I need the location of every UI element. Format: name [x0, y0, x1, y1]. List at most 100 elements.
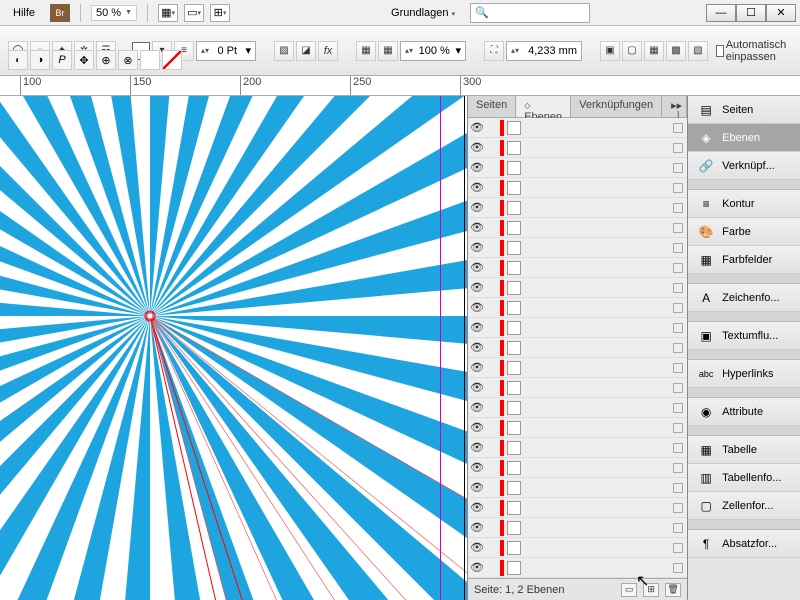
- new-layer-icon[interactable]: ⊞: [643, 583, 659, 597]
- visibility-icon[interactable]: 👁: [470, 141, 484, 155]
- fit-icon[interactable]: ▩: [666, 41, 686, 61]
- tool-icon[interactable]: P: [52, 50, 72, 70]
- opacity-input[interactable]: ▴▾ 100 % ▾: [400, 41, 466, 61]
- tool-icon[interactable]: ◐: [8, 50, 28, 70]
- visibility-icon[interactable]: 👁: [470, 401, 484, 415]
- delete-layer-icon[interactable]: 🗑: [665, 583, 681, 597]
- grid-icon[interactable]: ▦: [378, 41, 398, 61]
- visibility-icon[interactable]: 👁: [470, 181, 484, 195]
- selection-square[interactable]: [673, 343, 683, 353]
- lock-slot[interactable]: [487, 221, 497, 235]
- selection-square[interactable]: [673, 463, 683, 473]
- document-canvas[interactable]: [0, 96, 468, 600]
- selection-square[interactable]: [673, 303, 683, 313]
- lightning-icon[interactable]: ⚡: [797, 41, 800, 61]
- visibility-icon[interactable]: 👁: [470, 481, 484, 495]
- layer-row-polygon[interactable]: 👁: [468, 358, 687, 378]
- none-swatch-icon[interactable]: [162, 50, 182, 70]
- selection-square[interactable]: [673, 263, 683, 273]
- layer-row-polygon[interactable]: 👁: [468, 318, 687, 338]
- stroke-weight-input[interactable]: ▴▾ 0 Pt ▾: [196, 41, 256, 61]
- selection-square[interactable]: [673, 403, 683, 413]
- panel-attribute[interactable]: ◉Attribute: [688, 398, 800, 426]
- visibility-icon[interactable]: 👁: [470, 421, 484, 435]
- lock-slot[interactable]: [487, 201, 497, 215]
- layer-row-polygon[interactable]: 👁: [468, 218, 687, 238]
- visibility-icon[interactable]: 👁: [470, 461, 484, 475]
- tab-verknupfungen[interactable]: Verknüpfungen: [571, 96, 662, 117]
- measure-input[interactable]: ▴▾ 4,233 mm: [506, 41, 582, 61]
- layer-row-polygon[interactable]: 👁: [468, 298, 687, 318]
- tool-icon[interactable]: ◑: [30, 50, 50, 70]
- lock-slot[interactable]: [487, 301, 497, 315]
- panel-textumflu[interactable]: ▣Textumflu...: [688, 322, 800, 350]
- zoom-dropdown[interactable]: 50 % ▼: [91, 5, 137, 21]
- fit-icon[interactable]: ▢: [622, 41, 642, 61]
- layer-row-polygon[interactable]: 👁: [468, 478, 687, 498]
- panel-seiten[interactable]: ▤Seiten: [688, 96, 800, 124]
- layer-row-polygon[interactable]: 👁: [468, 458, 687, 478]
- lock-slot[interactable]: [487, 381, 497, 395]
- visibility-icon[interactable]: 👁: [470, 341, 484, 355]
- selection-square[interactable]: [673, 543, 683, 553]
- tab-ebenen[interactable]: ◇ Ebenen: [516, 96, 571, 117]
- layer-row-polygon[interactable]: 👁: [468, 498, 687, 518]
- lock-slot[interactable]: [487, 361, 497, 375]
- selection-square[interactable]: [673, 443, 683, 453]
- panel-ebenen[interactable]: ◈Ebenen: [688, 124, 800, 152]
- layer-row-polygon[interactable]: 👁: [468, 418, 687, 438]
- lock-slot[interactable]: [487, 461, 497, 475]
- visibility-icon[interactable]: 👁: [470, 521, 484, 535]
- layer-row-polygon[interactable]: 👁: [468, 178, 687, 198]
- panel-zeichenfo[interactable]: AZeichenfo...: [688, 284, 800, 312]
- lock-slot[interactable]: [487, 521, 497, 535]
- horizontal-ruler[interactable]: 100 150 200 250 300: [0, 76, 800, 96]
- bridge-icon[interactable]: Br: [50, 4, 70, 22]
- panel-zellenfor[interactable]: ▢Zellenfor...: [688, 492, 800, 520]
- selection-square[interactable]: [673, 243, 683, 253]
- layer-row-polygon[interactable]: 👁: [468, 398, 687, 418]
- lock-slot[interactable]: [487, 401, 497, 415]
- panel-farbfelder[interactable]: ▦Farbfelder: [688, 246, 800, 274]
- selection-square[interactable]: [673, 203, 683, 213]
- layer-row-polygon[interactable]: 👁: [468, 538, 687, 558]
- grid-icon[interactable]: ▦: [356, 41, 376, 61]
- maximize-button[interactable]: ☐: [736, 4, 766, 22]
- tool-icon[interactable]: ⊕: [96, 50, 116, 70]
- selection-square[interactable]: [673, 523, 683, 533]
- new-sublayer-icon[interactable]: ▭: [621, 583, 637, 597]
- close-button[interactable]: ✕: [766, 4, 796, 22]
- layer-row-polygon[interactable]: 👁: [468, 198, 687, 218]
- panel-farbe[interactable]: 🎨Farbe: [688, 218, 800, 246]
- panel-kontur[interactable]: ≡Kontur: [688, 190, 800, 218]
- minimize-button[interactable]: —: [706, 4, 736, 22]
- fit-icon[interactable]: ▧: [688, 41, 708, 61]
- selection-square[interactable]: [673, 563, 683, 573]
- layer-row-polygon[interactable]: 👁: [468, 338, 687, 358]
- lock-slot[interactable]: [487, 121, 497, 135]
- visibility-icon[interactable]: 👁: [470, 501, 484, 515]
- visibility-icon[interactable]: 👁: [470, 381, 484, 395]
- layer-row-polygon[interactable]: 👁: [468, 278, 687, 298]
- layer-row-polygon[interactable]: 👁: [468, 378, 687, 398]
- visibility-icon[interactable]: 👁: [470, 301, 484, 315]
- visibility-icon[interactable]: 👁: [470, 281, 484, 295]
- selection-square[interactable]: [673, 363, 683, 373]
- lock-slot[interactable]: [487, 161, 497, 175]
- visibility-icon[interactable]: 👁: [470, 161, 484, 175]
- visibility-icon[interactable]: 👁: [470, 221, 484, 235]
- visibility-icon[interactable]: 👁: [470, 321, 484, 335]
- visibility-icon[interactable]: 👁: [470, 121, 484, 135]
- visibility-icon[interactable]: 👁: [470, 441, 484, 455]
- selection-square[interactable]: [673, 383, 683, 393]
- lock-slot[interactable]: [487, 181, 497, 195]
- workspace-dropdown[interactable]: Grundlagen ▾: [382, 3, 464, 23]
- selection-square[interactable]: [673, 283, 683, 293]
- lock-slot[interactable]: [487, 341, 497, 355]
- layer-row-polygon[interactable]: 👁: [468, 438, 687, 458]
- lock-slot[interactable]: [487, 241, 497, 255]
- effect-icon[interactable]: ◪: [296, 41, 316, 61]
- search-field[interactable]: [489, 7, 579, 19]
- selection-square[interactable]: [673, 183, 683, 193]
- arrange-icon[interactable]: ⊞▾: [210, 4, 230, 22]
